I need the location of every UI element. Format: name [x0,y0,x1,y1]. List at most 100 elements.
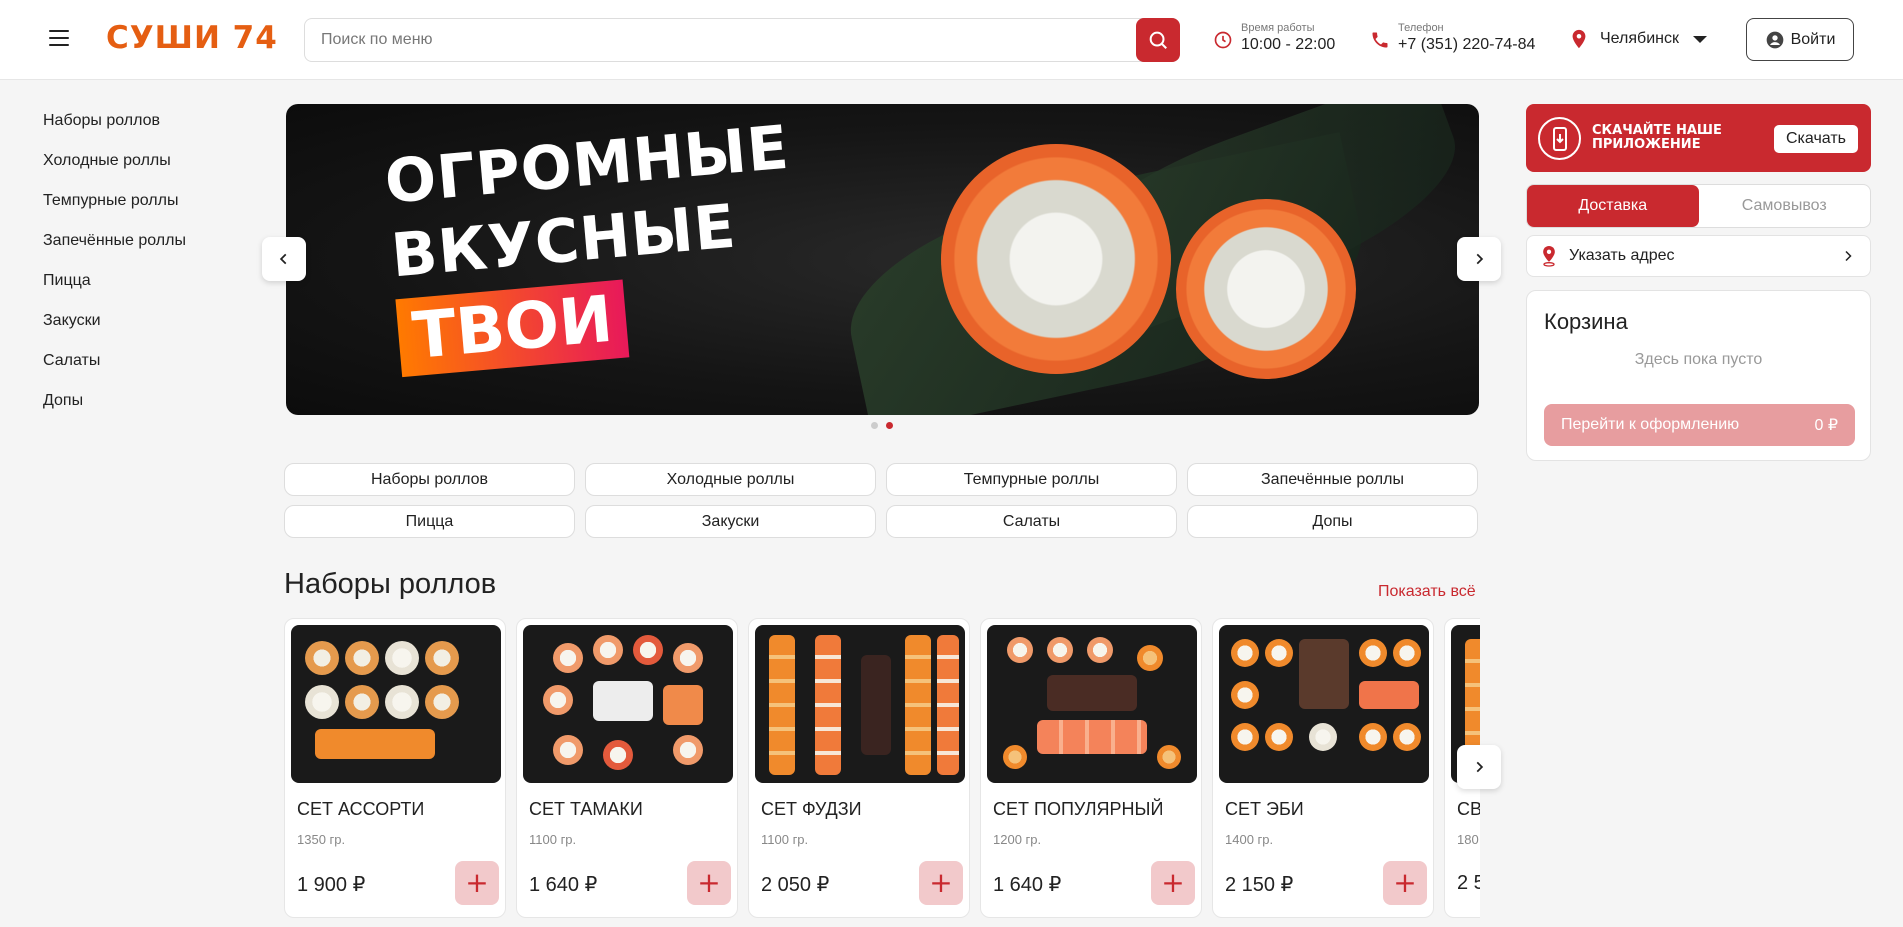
phone-value[interactable]: +7 (351) 220-74-84 [1398,35,1535,55]
chip-roll-sets[interactable]: Наборы роллов [284,463,575,496]
category-chips: Наборы роллов Холодные роллы Темпурные р… [284,463,1480,538]
product-card[interactable]: СЕТ ЭБИ 1400 гр. 2 150 ₽ + [1212,618,1434,918]
banner-prev-button[interactable] [262,237,306,281]
pagination-dot-active[interactable] [886,422,893,429]
promo-banner[interactable]: ОГРОМНЫЕ ВКУСНЫЕ ТВОИ [286,104,1479,415]
pagination-dot[interactable] [871,422,878,429]
product-name: СЕТ ТАМАКИ [529,799,643,819]
product-image [291,625,501,783]
phone-caption: Телефон [1398,22,1444,34]
product-card[interactable]: СЕТ ТАМАКИ 1100 гр. 1 640 ₽ + [516,618,738,918]
add-to-cart-button[interactable]: + [1151,861,1195,905]
chip-pizza[interactable]: Пицца [284,505,575,538]
app-download-banner: СКАЧАЙТЕ НАШЕ ПРИЛОЖЕНИЕ Скачать [1526,104,1871,172]
chevron-right-icon [1476,253,1484,265]
chevron-left-icon [279,253,287,265]
hours-value: 10:00 - 22:00 [1241,36,1336,53]
chip-snacks[interactable]: Закуски [585,505,876,538]
search-input[interactable] [305,19,1125,61]
product-image [987,625,1197,783]
phone-icon [1372,32,1388,48]
delivery-tab[interactable]: Доставка [1527,185,1699,227]
pickup-tab[interactable]: Самовывоз [1699,185,1871,227]
product-weight: 1100 гр. [529,832,577,847]
download-app-button[interactable]: Скачать [1774,125,1858,153]
section-title: Наборы роллов [284,568,497,600]
sidebar-item-baked-rolls[interactable]: Запечённые роллы [43,229,186,269]
sidebar-item-roll-sets[interactable]: Наборы роллов [43,109,186,149]
banner-next-button[interactable] [1457,237,1501,281]
address-selector[interactable]: Указать адрес [1526,235,1871,277]
add-to-cart-button[interactable]: + [455,861,499,905]
cart-empty-text: Здесь пока пусто [1634,351,1763,368]
chevron-right-icon [1842,249,1854,263]
show-all-link[interactable]: Показать всё [1378,583,1476,601]
clock-icon [1214,31,1232,49]
add-to-cart-button[interactable]: + [919,861,963,905]
sidebar: Наборы роллов Холодные роллы Темпурные р… [43,109,186,429]
product-carousel: СЕТ АССОРТИ 1350 гр. 1 900 ₽ + СЕТ ТАМАК… [284,618,1480,927]
logo[interactable]: СУШИ 74 [106,20,278,56]
product-name: СЕТ ЭБИ [1225,799,1304,819]
product-name: СЕТ ФУДЗИ [761,799,862,819]
product-name: СЕТ АССОРТИ [297,799,425,819]
app-banner-line-2: ПРИЛОЖЕНИЕ [1592,137,1701,152]
product-card[interactable]: СЕТ АССОРТИ 1350 гр. 1 900 ₽ + [284,618,506,918]
delivery-mode-toggle: Доставка Самовывоз [1526,184,1871,228]
working-hours: Время работы 10:00 - 22:00 [1213,22,1335,55]
carousel-next-button[interactable] [1457,745,1501,789]
banner-line-3: ТВОИ [395,279,630,378]
product-price: 1 640 ₽ [529,874,598,896]
salmon-roll-image [941,144,1171,374]
hours-caption: Время работы [1241,22,1315,34]
add-to-cart-button[interactable]: + [687,861,731,905]
cart-title: Корзина [1544,309,1628,334]
sidebar-item-pizza[interactable]: Пицца [43,269,186,309]
header: СУШИ 74 Время работы 10:00 - 22:00 Телеф… [0,0,1903,80]
checkout-label: Перейти к оформлению [1561,416,1740,433]
product-card[interactable]: СЕТ ПОПУЛЯРНЫЙ 1200 гр. 1 640 ₽ + [980,618,1202,918]
product-price: 2 050 ₽ [761,874,830,896]
search-button[interactable] [1136,18,1180,62]
sidebar-item-salads[interactable]: Салаты [43,349,186,389]
cart-panel: Корзина Здесь пока пусто Перейти к оформ… [1526,290,1871,461]
checkout-button[interactable]: Перейти к оформлению 0 ₽ [1544,404,1855,446]
chip-extras[interactable]: Допы [1187,505,1478,538]
product-image [755,625,965,783]
product-price: 2 150 ₽ [1225,874,1294,896]
chip-cold-rolls[interactable]: Холодные роллы [585,463,876,496]
city-name: Челябинск [1600,30,1679,47]
product-weight: 1100 гр. [761,832,809,847]
product-weight: 1400 гр. [1225,832,1274,847]
mobile-download-icon [1538,117,1581,160]
sidebar-item-tempura-rolls[interactable]: Темпурные роллы [43,189,186,229]
product-weight: 1350 гр. [297,832,346,847]
address-label: Указать адрес [1569,247,1675,264]
cart-total: 0 ₽ [1814,417,1838,434]
city-selector[interactable]: Челябинск [1568,28,1707,50]
banner-headline: ОГРОМНЫЕ ВКУСНЫЕ ТВОИ [382,111,806,378]
phone-info[interactable]: Телефон +7 (351) 220-74-84 [1370,22,1535,55]
chip-baked-rolls[interactable]: Запечённые роллы [1187,463,1478,496]
product-price: 1 640 ₽ [993,874,1062,896]
product-card[interactable]: СЕТ ФУДЗИ 1100 гр. 2 050 ₽ + [748,618,970,918]
search-bar [304,18,1180,62]
product-weight: 180 [1457,832,1479,847]
sidebar-item-snacks[interactable]: Закуски [43,309,186,349]
search-icon [1149,31,1167,49]
user-icon [1766,31,1783,48]
add-to-cart-button[interactable]: + [1383,861,1427,905]
chip-salads[interactable]: Салаты [886,505,1177,538]
sidebar-item-extras[interactable]: Допы [43,389,186,429]
login-button[interactable]: Войти [1746,18,1854,61]
login-label: Войти [1790,30,1836,48]
sidebar-item-cold-rolls[interactable]: Холодные роллы [43,149,186,189]
chevron-down-icon [1692,35,1707,43]
product-name: СВ [1457,799,1480,819]
banner-pagination [871,422,893,429]
chip-tempura-rolls[interactable]: Темпурные роллы [886,463,1177,496]
app-banner-line-1: СКАЧАЙТЕ НАШЕ [1592,123,1722,138]
menu-icon[interactable] [49,30,69,46]
salmon-roll-image [1176,199,1356,379]
map-pin-icon [1539,245,1559,267]
